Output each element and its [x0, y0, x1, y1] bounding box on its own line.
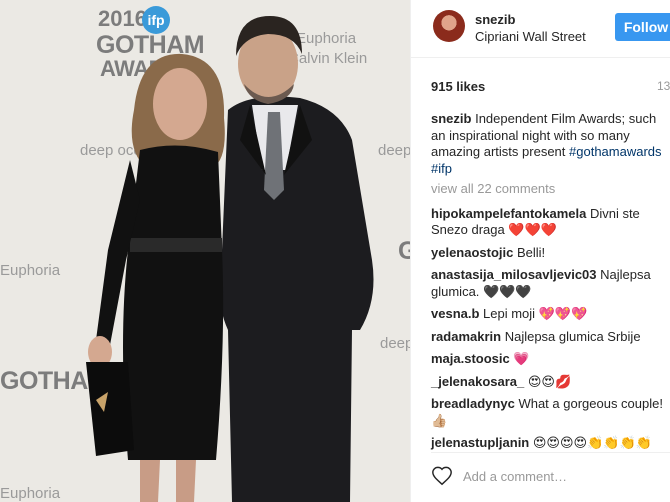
post-sidebar: snezib Cipriani Wall Street Follow 915 l…	[410, 0, 670, 502]
comment-username[interactable]: hipokampelefantokamela	[431, 206, 586, 221]
comment-text: Najlepsa glumica Srbije	[501, 328, 641, 344]
comment-text: 💗	[509, 351, 530, 366]
comment-item: hipokampelefantokamela Divni ste Snezo d…	[431, 206, 670, 239]
comment-item: maja.stoosic 💗	[431, 351, 670, 368]
comment-item: yelenaostojic Belli!	[431, 245, 670, 262]
add-comment-input[interactable]: Add a comment…	[463, 469, 567, 484]
couple-illustration	[86, 16, 374, 502]
divider	[431, 452, 670, 453]
heart-icon[interactable]	[431, 465, 453, 487]
comment-username[interactable]: _jelenakosara_	[431, 374, 524, 389]
comment-username[interactable]: breadladynyc	[431, 396, 515, 411]
comment-username[interactable]: radamakrin	[431, 329, 501, 344]
comment-text: Belli!	[513, 244, 546, 260]
comment-item: anastasija_milosavljevic03 Najlepsa glum…	[431, 267, 670, 300]
header-username[interactable]: snezib	[475, 12, 515, 27]
post-header: snezib Cipriani Wall Street Follow	[411, 0, 670, 58]
hashtag-link[interactable]: #ifp	[431, 161, 452, 176]
comment-item: jelenastupljanin 😍😍😍😍👏👏👏👏	[431, 435, 670, 452]
comment-username[interactable]: vesna.b	[431, 306, 479, 321]
comment-text: 😍😍💋	[524, 373, 572, 389]
comment-text: Lepi moji 💖💖💖	[479, 306, 588, 321]
comment-username[interactable]: anastasija_milosavljevic03	[431, 267, 597, 282]
follow-button[interactable]: Follow	[615, 13, 670, 41]
user-avatar[interactable]	[433, 10, 465, 42]
caption-username[interactable]: snezib	[431, 111, 471, 126]
comment-item: vesna.b Lepi moji 💖💖💖	[431, 306, 670, 323]
comment-item: radamakrin Najlepsa glumica Srbije	[431, 329, 670, 346]
comment-item: breadladynyc What a gorgeous couple! 👍🏼	[431, 396, 670, 429]
hashtag-link[interactable]: #gothamawards	[569, 144, 662, 159]
post-caption: snezib Independent Film Awards; such an …	[431, 111, 670, 177]
view-all-comments-link[interactable]: view all 22 comments	[431, 181, 670, 198]
comment-username[interactable]: jelenastupljanin	[431, 435, 529, 450]
comment-item: _jelenakosara_ 😍😍💋	[431, 374, 670, 391]
comment-username[interactable]: yelenaostojic	[431, 245, 513, 260]
post-photo[interactable]: 2016 ifp GOTHAM AWARDS Euphoria Calvin K…	[0, 0, 410, 502]
likes-count[interactable]: 915 likes	[431, 79, 485, 94]
comment-text: 😍😍😍😍👏👏👏👏	[529, 435, 652, 450]
header-location[interactable]: Cipriani Wall Street	[475, 29, 586, 44]
comment-username[interactable]: maja.stoosic	[431, 351, 510, 366]
post-age[interactable]: 13w	[657, 79, 670, 93]
comments-list: snezib Independent Film Awards; such an …	[431, 111, 670, 458]
